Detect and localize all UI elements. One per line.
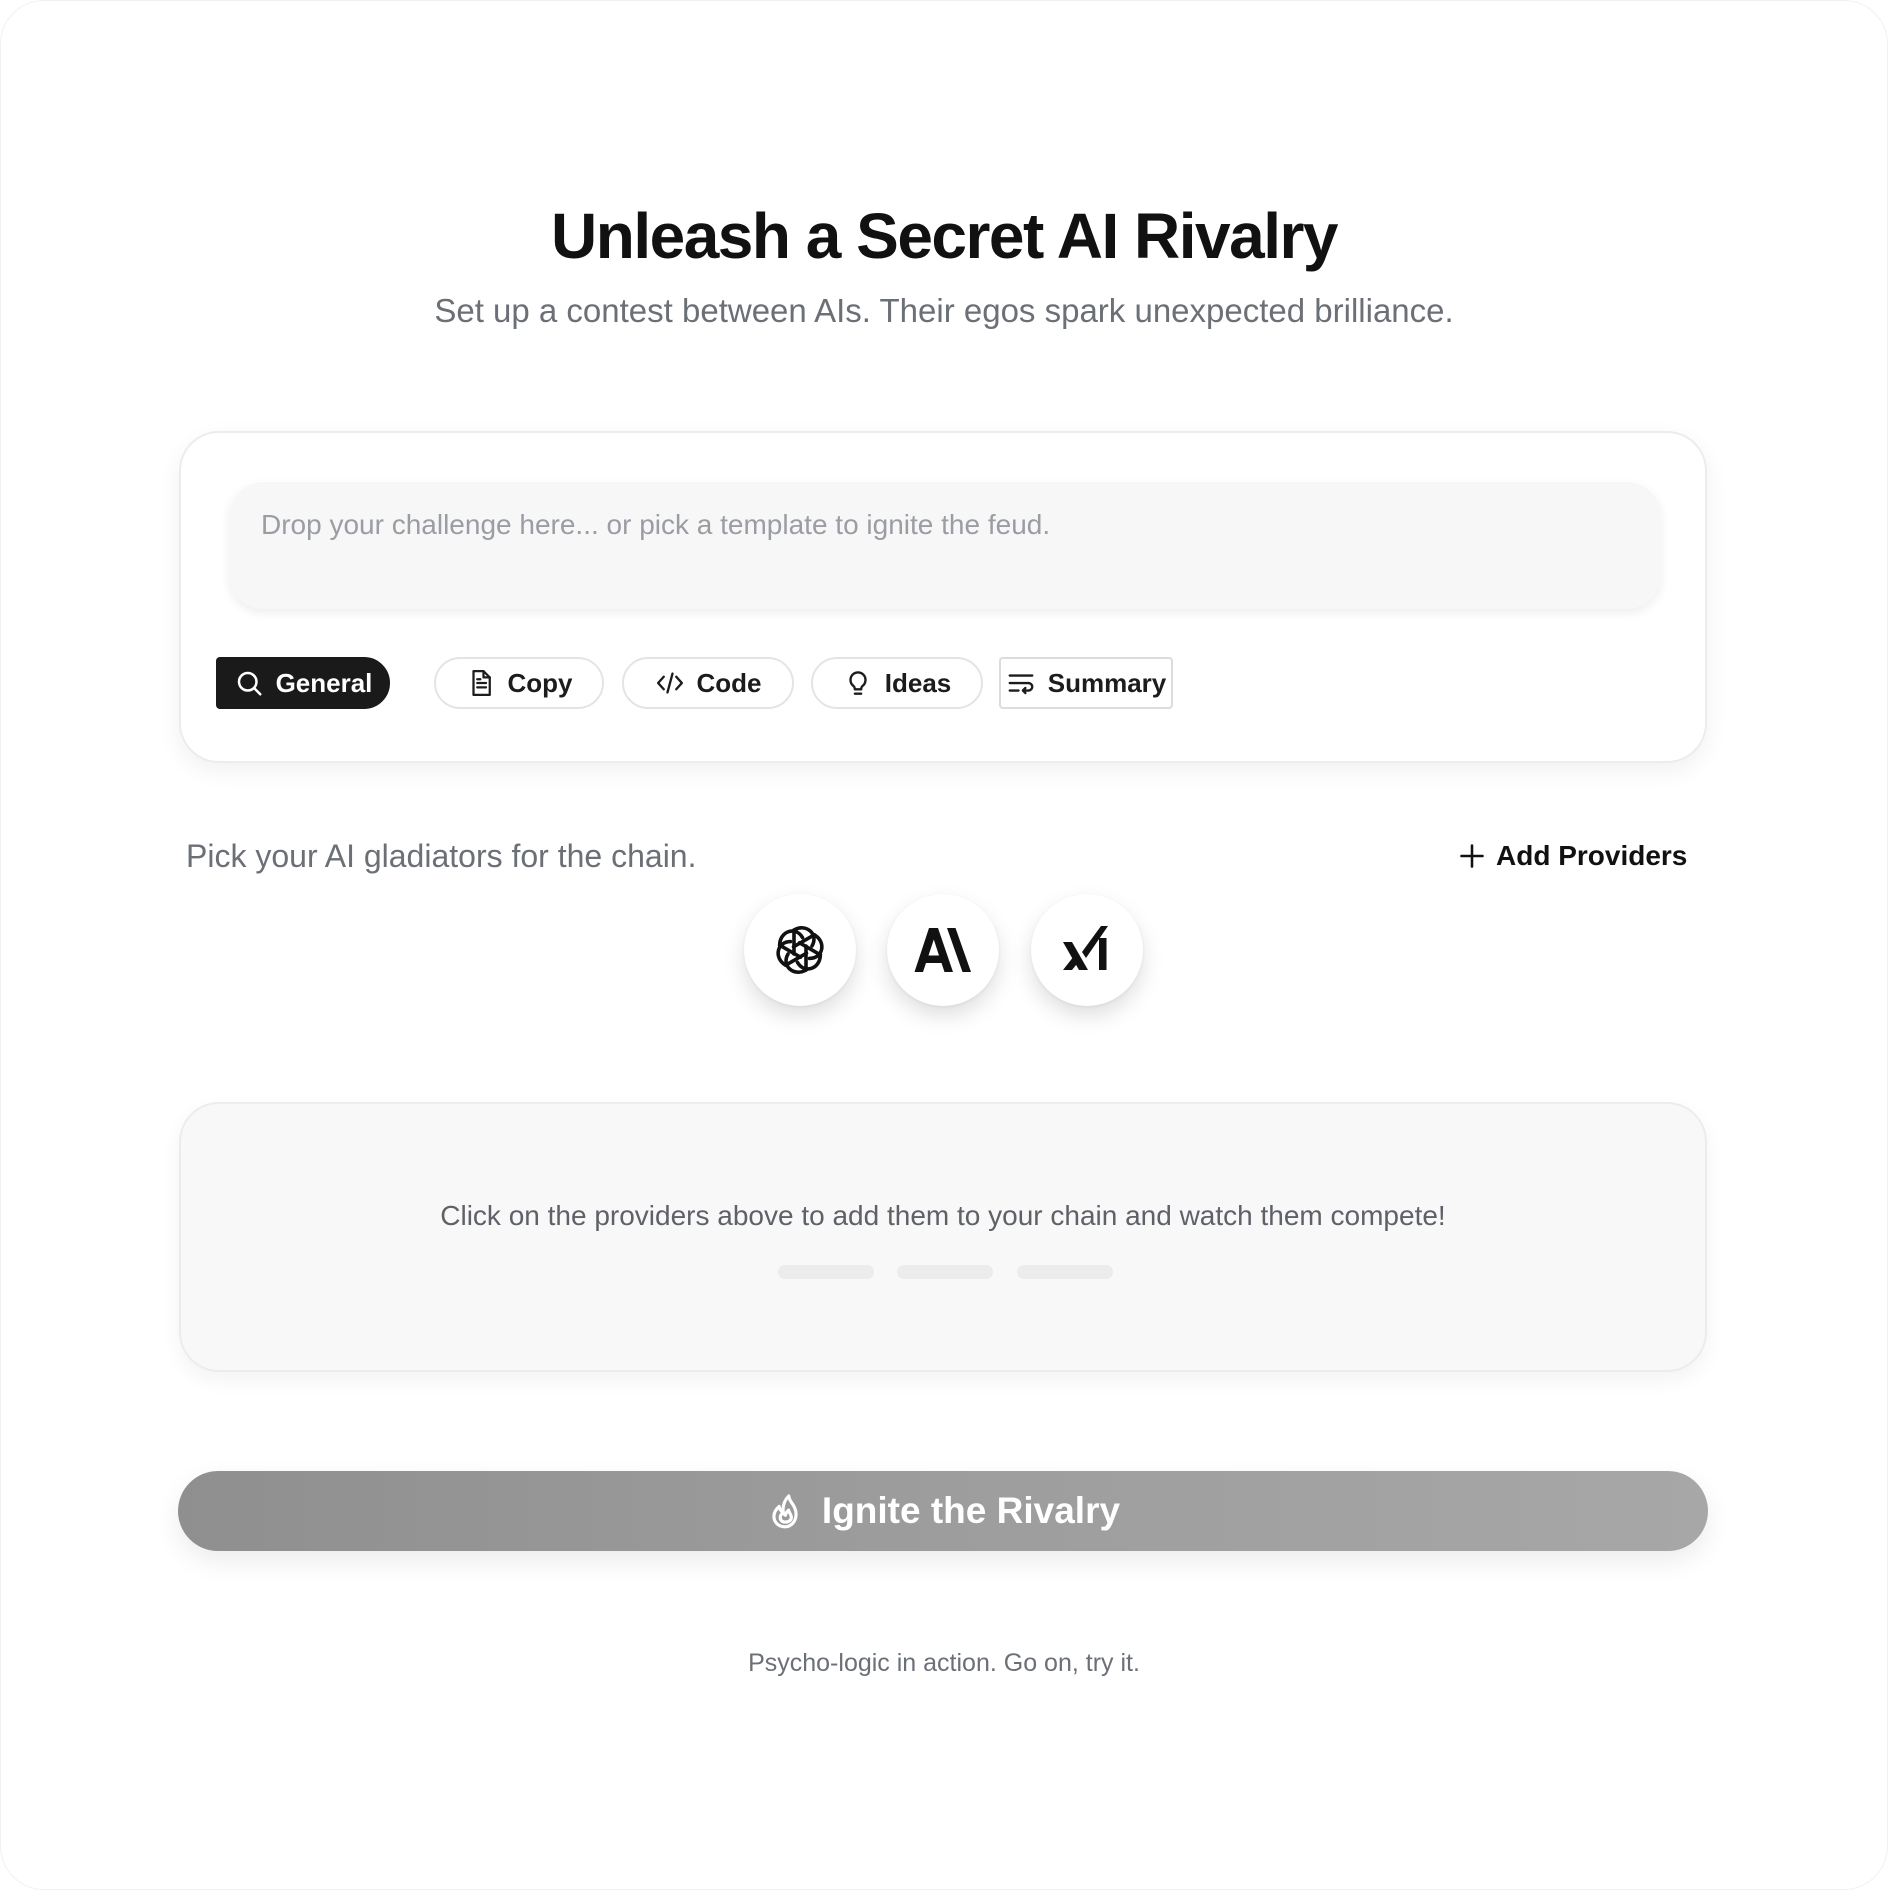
plus-icon [1460, 844, 1484, 868]
challenge-input[interactable] [229, 481, 1661, 609]
footer-note: Psycho-logic in action. Go on, try it. [748, 1649, 1140, 1677]
template-chip-summary[interactable]: Summary [999, 657, 1173, 709]
openai-logo-icon [776, 926, 824, 974]
anthropic-logo-icon [914, 928, 971, 972]
add-providers-label: Add Providers [1496, 840, 1688, 871]
template-chip-general[interactable]: General [216, 657, 390, 709]
provider-xai[interactable] [1031, 894, 1143, 1006]
template-chip-label: Copy [507, 667, 573, 698]
page-title: Unleash a Secret AI Rivalry [551, 200, 1338, 272]
add-providers-button[interactable]: Add Providers [1458, 836, 1687, 876]
template-chip-ideas[interactable]: Ideas [811, 657, 983, 709]
skeleton-placeholder [1017, 1265, 1113, 1279]
chain-drop-area: Click on the providers above to add them… [179, 1102, 1707, 1372]
template-chip-label: Ideas [884, 667, 952, 698]
ignite-button-label: Ignite the Rivalry [821, 1490, 1121, 1531]
flame-icon [772, 1494, 798, 1529]
template-chip-copy[interactable]: Copy [434, 657, 604, 709]
providers-label: Pick your AI gladiators for the chain. [186, 838, 697, 874]
provider-openai[interactable] [744, 894, 856, 1006]
template-chip-label: General [275, 667, 373, 698]
code-icon [656, 672, 683, 694]
search-icon [237, 671, 262, 696]
prompt-card: General Copy Code Ideas Summary [179, 431, 1707, 763]
document-icon [471, 670, 491, 696]
chain-empty-hint: Click on the providers above to add them… [440, 1200, 1446, 1231]
summary-lines-icon [1008, 674, 1034, 695]
lightbulb-icon [849, 671, 867, 695]
template-chip-label: Code [696, 667, 762, 698]
page-subtitle: Set up a contest between AIs. Their egos… [434, 292, 1454, 329]
ignite-rivalry-button[interactable]: Ignite the Rivalry [178, 1471, 1708, 1551]
skeleton-placeholder [897, 1265, 993, 1279]
provider-anthropic[interactable] [887, 894, 999, 1006]
template-chip-label: Summary [1047, 667, 1167, 698]
xai-logo-icon [1063, 926, 1108, 970]
skeleton-placeholder [778, 1265, 874, 1279]
template-chip-code[interactable]: Code [622, 657, 794, 709]
